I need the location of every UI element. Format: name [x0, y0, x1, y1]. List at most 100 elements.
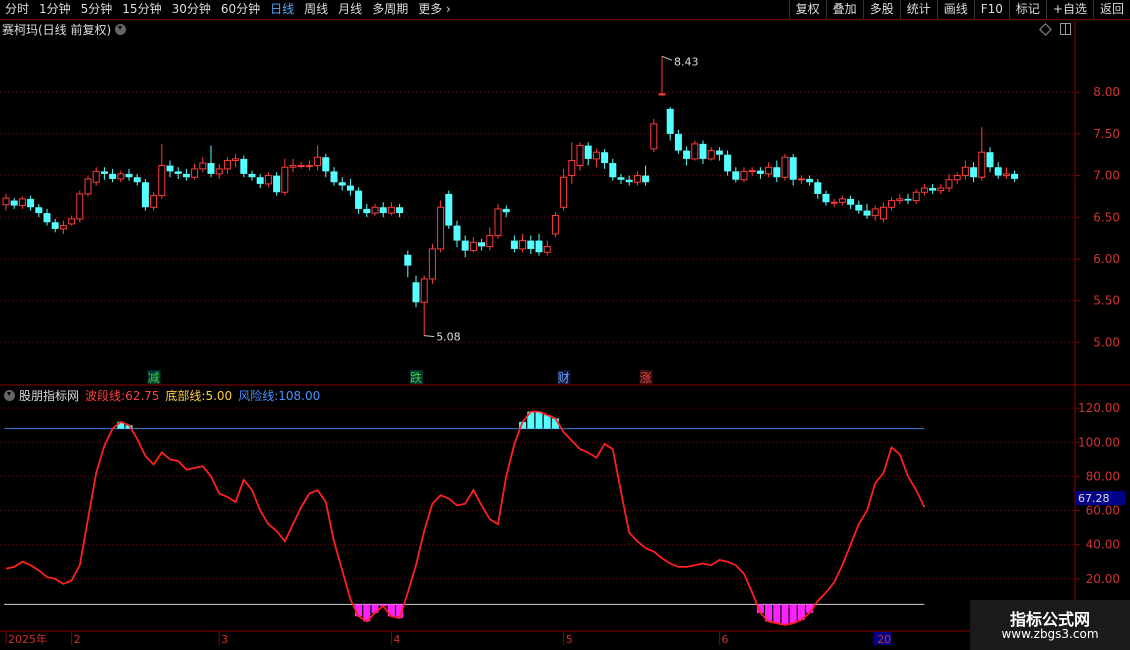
candle-body	[174, 171, 182, 174]
candle-body	[346, 185, 354, 191]
bottom-signal-bar	[781, 604, 789, 625]
candle-body	[338, 182, 346, 186]
candle-body	[691, 143, 699, 160]
candle-body	[650, 123, 658, 150]
low-price-label: 5.08	[436, 331, 461, 344]
candle-body	[527, 240, 535, 249]
time-axis-label: 5	[566, 633, 573, 646]
candle-body	[617, 177, 625, 180]
indicator-tick-label: 20.00	[1086, 572, 1120, 586]
candle-body	[10, 200, 18, 206]
candle-body	[273, 175, 281, 193]
time-axis-label: 3	[221, 633, 228, 646]
indicator-tick-label: 80.00	[1086, 469, 1120, 483]
candle-body	[642, 175, 650, 183]
high-pointer	[661, 55, 673, 61]
candle-body	[223, 160, 231, 170]
candle-body	[830, 201, 838, 204]
candle-body	[510, 240, 518, 249]
candle-body	[970, 167, 978, 178]
candle-body	[240, 158, 248, 174]
candle-body	[199, 162, 207, 170]
candle-body	[953, 175, 961, 181]
candle-body	[379, 207, 387, 214]
candle-body	[994, 167, 1002, 176]
candle-body	[412, 282, 420, 303]
candle-body	[601, 152, 609, 164]
candle-body	[297, 165, 305, 168]
candle-body	[256, 177, 264, 184]
candle-body	[551, 215, 559, 235]
candle-body	[896, 198, 904, 202]
candle-body	[961, 166, 969, 177]
candle-body	[666, 108, 674, 134]
candle-body	[68, 218, 76, 225]
current-value-label: 67.28	[1078, 492, 1110, 505]
candle-body	[609, 163, 617, 178]
candle-body	[838, 198, 846, 203]
candle-body	[855, 204, 863, 211]
candle-body	[1011, 173, 1019, 179]
candle-body	[420, 278, 428, 303]
candle-body	[428, 248, 436, 280]
candle-body	[683, 150, 691, 159]
candle-body	[699, 143, 707, 159]
candle-body	[109, 173, 117, 179]
candle-body	[264, 175, 272, 185]
risk-signal-bar	[543, 415, 551, 429]
candle-body	[789, 157, 797, 180]
candle-body	[355, 190, 363, 209]
bottom-signal-bar	[789, 604, 797, 624]
candle-body	[445, 193, 453, 226]
watermark: 指标公式网 www.zbgs3.com	[970, 600, 1130, 650]
candle-body	[363, 208, 371, 214]
marker-text: 财	[558, 371, 570, 385]
candle-body	[888, 200, 896, 208]
candle-body	[232, 158, 240, 162]
candle-body	[314, 156, 322, 167]
candle-body	[27, 198, 35, 208]
marker-text: 涨	[640, 370, 652, 385]
candle-body	[305, 165, 313, 168]
candle-body	[748, 170, 756, 173]
candle-body	[756, 170, 764, 174]
candle-body	[724, 154, 732, 172]
candle-body	[18, 198, 26, 207]
candle-body	[986, 152, 994, 168]
candle-body	[568, 160, 576, 177]
candle-body	[822, 193, 830, 203]
candle-body	[404, 254, 412, 266]
chart-canvas[interactable]: 8.00 7.50 7.00 6.50 6.00 5.50 5.00 8.43 5.08 减 跌 财 涨…	[0, 0, 1130, 650]
candle-body	[396, 207, 404, 214]
candle-body	[740, 170, 748, 181]
candle-body	[929, 188, 937, 191]
price-tick-label: 7.50	[1093, 127, 1120, 141]
candle-body	[166, 165, 174, 172]
candle-body	[592, 151, 600, 160]
price-tick-label: 6.50	[1093, 210, 1120, 224]
time-axis-label: 20	[877, 633, 891, 646]
candle-body	[945, 179, 953, 189]
candle-body	[912, 191, 920, 202]
candle-body	[625, 179, 633, 183]
candle-body	[847, 198, 855, 205]
candle-body	[773, 167, 781, 178]
candle-body	[781, 156, 789, 178]
candle-body	[76, 193, 84, 220]
candle-body	[371, 206, 379, 214]
candle-body	[519, 240, 527, 250]
candle-body	[322, 157, 330, 172]
candle-body	[478, 242, 486, 247]
candle-body	[2, 197, 10, 206]
candle-body	[150, 195, 158, 208]
candle-body	[207, 163, 215, 174]
price-tick-label: 8.00	[1093, 85, 1120, 99]
candle-body	[84, 178, 92, 195]
marker-text: 减	[148, 371, 160, 385]
candle-body	[863, 210, 871, 216]
candle-body	[806, 178, 814, 183]
candle-body	[494, 208, 502, 237]
candle-body	[100, 171, 108, 174]
indicator-tick-label: 60.00	[1086, 504, 1120, 518]
bottom-signal-bar	[773, 604, 781, 624]
